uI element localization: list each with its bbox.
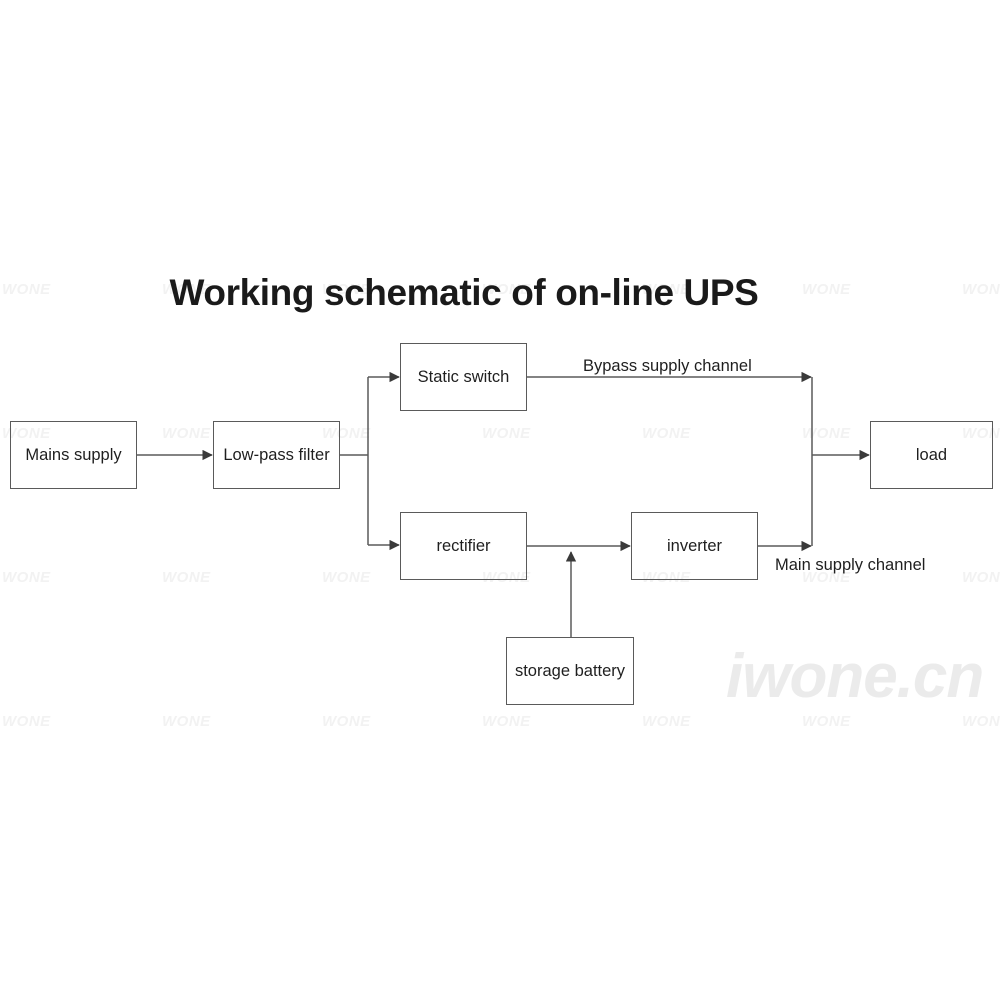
node-label-static-switch: Static switch xyxy=(417,367,510,386)
node-storage-battery[interactable]: storage battery xyxy=(506,637,634,705)
node-label-storage-battery: storage battery xyxy=(514,661,626,680)
node-label-low-pass-filter: Low-pass filter xyxy=(223,445,330,464)
node-label-inverter: inverter xyxy=(666,536,723,555)
diagram-canvas: WONEWONEWONEWONEWONEWONEWONEWONEWONEWONE… xyxy=(0,0,1000,1000)
node-rectifier[interactable]: rectifier xyxy=(400,512,527,580)
node-low-pass-filter[interactable]: Low-pass filter xyxy=(213,421,340,489)
edge-label-main-supply-channel: Main supply channel xyxy=(775,556,926,574)
node-label-mains-supply: Mains supply xyxy=(25,445,122,464)
node-static-switch[interactable]: Static switch xyxy=(400,343,527,411)
node-load[interactable]: load xyxy=(870,421,993,489)
node-mains-supply[interactable]: Mains supply xyxy=(10,421,137,489)
connector-layer xyxy=(137,371,870,637)
node-label-rectifier: rectifier xyxy=(436,536,491,555)
node-inverter[interactable]: inverter xyxy=(631,512,758,580)
edge-label-bypass-supply-channel: Bypass supply channel xyxy=(583,357,752,375)
page-title: Working schematic of on-line UPS xyxy=(169,272,759,313)
node-label-load: load xyxy=(915,445,948,464)
